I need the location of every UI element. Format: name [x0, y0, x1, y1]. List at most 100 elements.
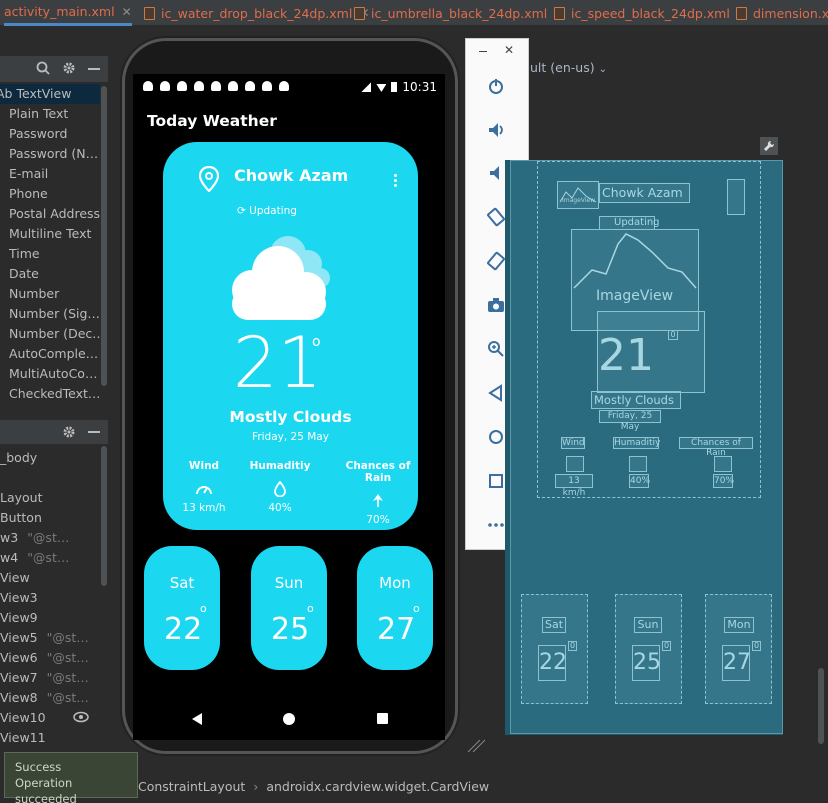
bp-temperature[interactable]: 21 0: [597, 311, 705, 393]
bp-degree: 0: [668, 330, 678, 340]
tree-item[interactable]: View5 "@st…: [0, 628, 108, 648]
weather-date: Friday, 25 May: [252, 431, 329, 443]
notification-icons: [143, 81, 289, 91]
nav-home-icon[interactable]: [282, 712, 296, 726]
bp-date[interactable]: Friday, 25 May: [599, 410, 661, 432]
refresh-icon: ⟳: [237, 205, 246, 217]
gear-icon[interactable]: [62, 61, 76, 75]
nav-back-icon[interactable]: [190, 712, 204, 726]
battery-icon: [391, 82, 398, 92]
bp-metric-value[interactable]: 13 km/h: [555, 474, 593, 498]
bp-metric-label[interactable]: Chances of Rain: [679, 437, 753, 458]
tree-item-hint: "@st…: [27, 530, 70, 545]
rain-metric: Chances of Rain 70%: [333, 460, 423, 526]
tree-item[interactable]: View10: [0, 708, 108, 728]
tree-item[interactable]: Layout: [0, 488, 108, 508]
blueprint-view[interactable]: ImageView Chowk Azam Updating ImageView …: [510, 160, 783, 734]
tree-item[interactable]: View11: [0, 728, 108, 748]
tab-ic-speed[interactable]: ic_speed_black_24dp.xml ✕: [554, 0, 747, 26]
bp-day-card-sun[interactable]: Sun 25 0: [615, 594, 682, 704]
palette-item[interactable]: Multiline Text: [0, 224, 100, 244]
tree-item[interactable]: [0, 468, 108, 488]
palette-item[interactable]: Date: [0, 264, 100, 284]
bp-day-card-sat[interactable]: Sat 22 0: [521, 594, 588, 704]
tree-item[interactable]: View: [0, 568, 108, 588]
palette-item[interactable]: Phone: [0, 184, 100, 204]
bp-day-temp: 22: [538, 645, 567, 681]
palette-item[interactable]: Ab TextView: [0, 84, 100, 104]
tab-ic-umbrella[interactable]: ic_umbrella_black_24dp.xml ✕: [354, 0, 564, 26]
eye-icon[interactable]: [73, 711, 89, 723]
palette-item[interactable]: Password (N…: [0, 144, 100, 164]
bp-metric-icon[interactable]: [714, 456, 732, 472]
wrench-icon[interactable]: [760, 137, 778, 155]
bp-day-deg: 0: [568, 641, 577, 651]
bp-metric-label[interactable]: Humaditiy: [613, 437, 660, 449]
volume-up-icon[interactable]: [482, 116, 510, 144]
bp-metric-label[interactable]: Wind: [561, 437, 585, 449]
palette-item[interactable]: Number (Dec…: [0, 324, 100, 344]
bp-more[interactable]: [727, 179, 745, 215]
locale-dropdown[interactable]: ult (en-us) ⌄: [530, 60, 607, 75]
forecast-card-sun[interactable]: Sun 25 o: [251, 546, 327, 670]
system-nav-bar: [133, 702, 445, 736]
tree-item[interactable]: w3 "@st…: [0, 528, 108, 548]
palette-item[interactable]: Number: [0, 284, 100, 304]
bp-imageview-small[interactable]: ImageView: [557, 181, 599, 209]
tree-item[interactable]: Button: [0, 508, 108, 528]
minimize-icon[interactable]: [88, 68, 100, 70]
palette-scrollbar[interactable]: [101, 86, 107, 386]
bp-condition[interactable]: Mostly Clouds: [591, 391, 681, 409]
gear-icon[interactable]: [62, 425, 76, 439]
tab-dimension[interactable]: dimension.xml: [736, 0, 828, 26]
palette-item[interactable]: E-mail: [0, 164, 100, 184]
palette-item[interactable]: Time: [0, 244, 100, 264]
palette-item[interactable]: AutoComple…: [0, 344, 100, 364]
emulator-minimize-icon[interactable]: [479, 51, 487, 52]
close-icon[interactable]: ✕: [122, 5, 132, 19]
bp-metric-icon[interactable]: [566, 456, 584, 472]
palette-item[interactable]: MultiAutoCo…: [0, 364, 100, 384]
chevron-down-icon: ⌄: [598, 64, 607, 75]
palette-item[interactable]: CheckedText…: [0, 384, 100, 404]
surface-scrollbar[interactable]: [818, 668, 824, 744]
tree-scrollbar[interactable]: [101, 446, 107, 586]
tree-item[interactable]: View6 "@st…: [0, 648, 108, 668]
palette-item[interactable]: Postal Address: [0, 204, 100, 224]
search-icon[interactable]: [36, 61, 50, 75]
updating-status[interactable]: ⟳ Updating: [237, 205, 297, 217]
cloud-icon: [232, 236, 330, 320]
more-options-icon[interactable]: [394, 174, 398, 188]
bp-city[interactable]: Chowk Azam: [599, 183, 690, 203]
breadcrumb-item[interactable]: androidx.cardview.widget.CardView: [266, 779, 489, 794]
minimize-icon[interactable]: [88, 431, 100, 433]
device-screen[interactable]: 10:31 Today Weather Chowk Azam ⟳ Updatin…: [133, 74, 445, 740]
forecast-card-sat[interactable]: Sat 22 o: [144, 546, 220, 670]
tree-item[interactable]: w4 "@st…: [0, 548, 108, 568]
tree-item[interactable]: View3: [0, 588, 108, 608]
palette-item[interactable]: Password: [0, 124, 100, 144]
tree-item[interactable]: View8 "@st…: [0, 688, 108, 708]
power-icon[interactable]: [482, 72, 510, 100]
tab-activity-main[interactable]: activity_main.xml ✕: [4, 0, 132, 26]
bp-metric-icon[interactable]: [629, 456, 647, 472]
humidity-label: Humaditiy: [249, 460, 311, 472]
palette-item[interactable]: Plain Text: [0, 104, 100, 124]
bp-updating[interactable]: Updating: [599, 216, 660, 230]
bp-metric-value[interactable]: 40%: [629, 474, 650, 488]
tab-ic-water-drop[interactable]: ic_water_drop_black_24dp.xml ✕: [144, 0, 369, 26]
success-toast[interactable]: Success Operation succeeded: [4, 752, 138, 803]
palette-item[interactable]: Number (Sig…: [0, 304, 100, 324]
tree-item[interactable]: View7 "@st…: [0, 668, 108, 688]
weather-card[interactable]: Chowk Azam ⟳ Updating 21 o Mostly Clouds…: [163, 142, 418, 530]
bp-day-deg: 0: [752, 641, 761, 651]
forecast-card-mon[interactable]: Mon 27 o: [357, 546, 433, 670]
resize-handle-icon[interactable]: [466, 738, 486, 754]
emulator-close-icon[interactable]: ✕: [504, 43, 514, 57]
nav-overview-icon[interactable]: [376, 712, 390, 726]
breadcrumb-item[interactable]: ConstraintLayout: [138, 779, 245, 794]
tree-item[interactable]: View9: [0, 608, 108, 628]
tree-item[interactable]: _body: [0, 448, 108, 468]
bp-day-card-mon[interactable]: Mon 27 0: [705, 594, 772, 704]
bp-metric-value[interactable]: 70%: [713, 474, 734, 488]
